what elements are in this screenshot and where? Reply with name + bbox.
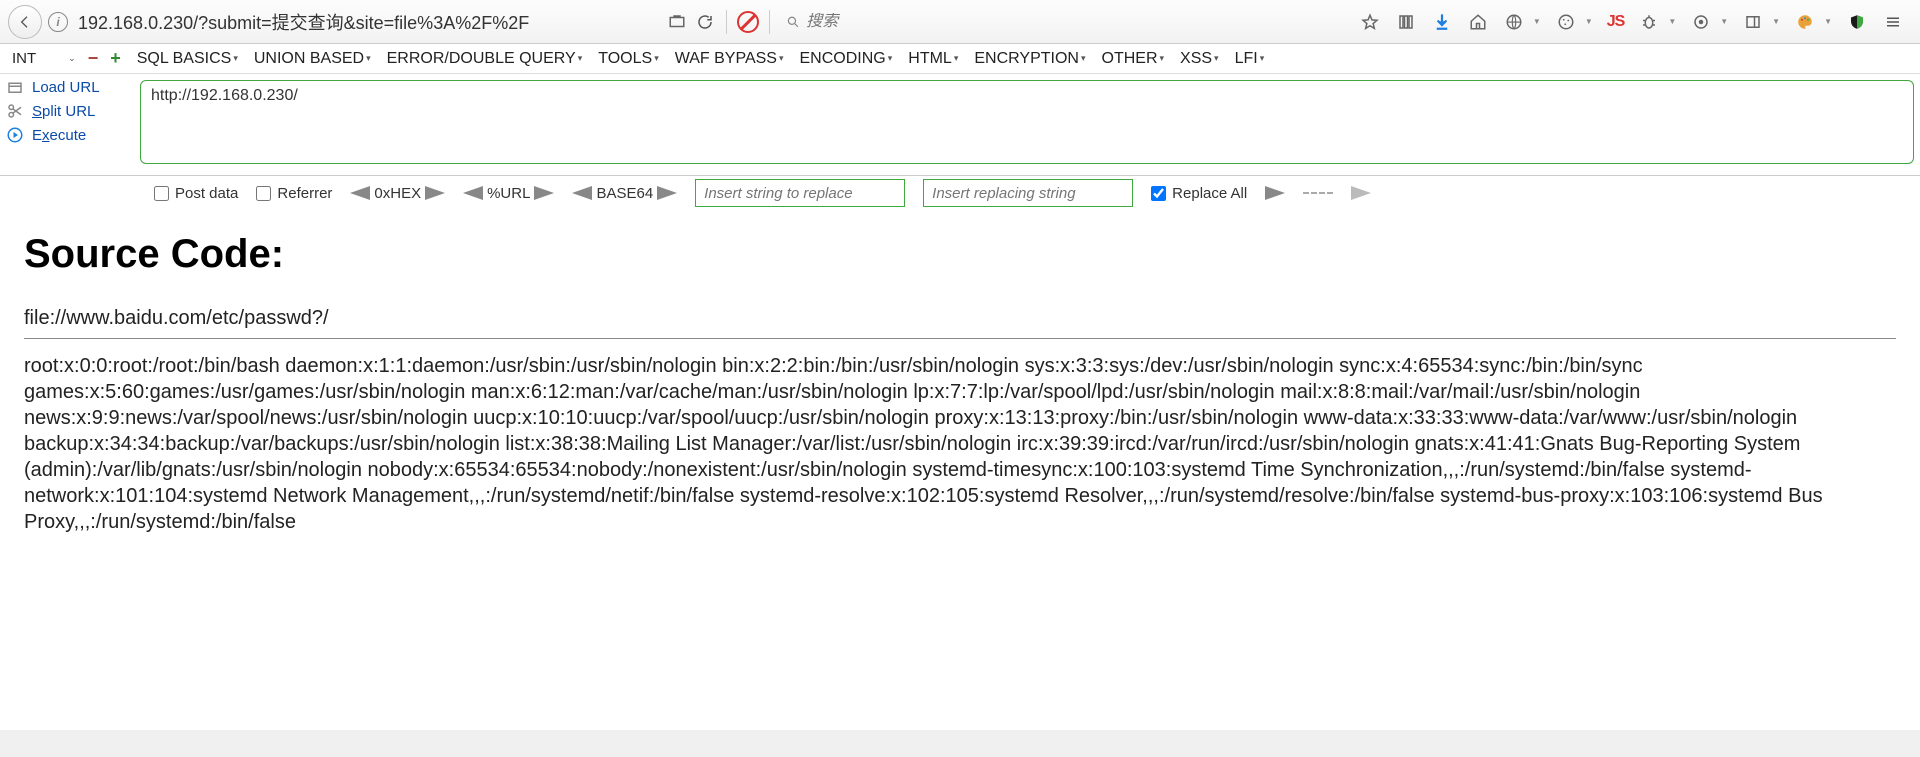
arrow-right-icon xyxy=(534,186,554,200)
source-url: file://www.baidu.com/etc/passwd?/ xyxy=(24,307,1896,338)
js-switch-icon[interactable]: JS xyxy=(1607,13,1625,31)
back-button[interactable] xyxy=(8,5,42,39)
site-info-icon[interactable]: i xyxy=(48,12,68,32)
globe-icon[interactable] xyxy=(1503,11,1525,33)
dropdown-caret-icon[interactable]: ▼ xyxy=(1533,17,1541,26)
hackbar-actions: Load URL Split URL Execute xyxy=(0,74,140,175)
replace-all-checkbox[interactable]: Replace All xyxy=(1151,185,1247,202)
cookie-icon[interactable] xyxy=(1555,11,1577,33)
library-icon[interactable] xyxy=(1395,11,1417,33)
menu-lfi[interactable]: LFI▾ xyxy=(1227,50,1273,68)
post-data-checkbox[interactable]: Post data xyxy=(154,185,238,202)
bookmark-star-icon[interactable] xyxy=(1359,11,1381,33)
base64-encode-button[interactable]: BASE64 xyxy=(572,185,677,202)
address-bar[interactable] xyxy=(74,8,634,36)
palette-icon[interactable] xyxy=(1794,11,1816,33)
hackbar-menu: INT ⌄ − + SQL BASICS▾UNION BASED▾ERROR/D… xyxy=(0,44,1920,74)
replace-from-input[interactable] xyxy=(695,179,905,207)
dropdown-caret-icon[interactable]: ▼ xyxy=(1585,17,1593,26)
search-box[interactable] xyxy=(780,8,980,36)
load-url-label: Load URL xyxy=(32,79,100,96)
load-icon xyxy=(6,78,24,96)
menu-html[interactable]: HTML▾ xyxy=(900,50,966,68)
screenshot-icon[interactable] xyxy=(666,11,688,33)
separator xyxy=(769,10,770,34)
menu-tools[interactable]: TOOLS▾ xyxy=(590,50,666,68)
reload-button[interactable] xyxy=(694,11,716,33)
load-url-button[interactable]: Load URL xyxy=(6,78,134,96)
dash-separator xyxy=(1303,192,1333,194)
passwd-dump: root:x:0:0:root:/root:/bin/bash daemon:x… xyxy=(24,353,1896,535)
url-encode-button[interactable]: %URL xyxy=(463,185,554,202)
arrow-left-icon xyxy=(17,14,33,30)
menu-xss[interactable]: XSS▾ xyxy=(1172,50,1227,68)
menu-union-based[interactable]: UNION BASED▾ xyxy=(246,50,379,68)
bug-icon[interactable] xyxy=(1638,11,1660,33)
menu-encoding[interactable]: ENCODING▾ xyxy=(792,50,901,68)
referrer-checkbox[interactable]: Referrer xyxy=(256,185,332,202)
execute-label: Execute xyxy=(32,127,86,144)
next-icon[interactable] xyxy=(1351,186,1371,200)
sidebar-icon[interactable] xyxy=(1742,11,1764,33)
hackbar-options: Post data Referrer 0xHEX %URL BASE64 Rep… xyxy=(0,176,1920,210)
split-url-button[interactable]: Split URL xyxy=(6,102,134,120)
target-icon[interactable] xyxy=(1690,11,1712,33)
url-textarea[interactable] xyxy=(140,80,1914,164)
noscript-icon[interactable] xyxy=(737,11,759,33)
page-heading: Source Code: xyxy=(24,232,1896,277)
apply-replace-icon[interactable] xyxy=(1265,186,1285,200)
dropdown-caret-icon[interactable]: ▼ xyxy=(1772,17,1780,26)
separator xyxy=(726,10,727,34)
scissors-icon xyxy=(6,102,24,120)
menu-waf-bypass[interactable]: WAF BYPASS▾ xyxy=(667,50,792,68)
download-icon[interactable] xyxy=(1431,11,1453,33)
menu-other[interactable]: OTHER▾ xyxy=(1094,50,1173,68)
replace-to-input[interactable] xyxy=(923,179,1133,207)
plus-icon[interactable]: + xyxy=(110,48,121,69)
search-input[interactable] xyxy=(806,13,974,31)
arrow-right-icon xyxy=(425,186,445,200)
shield-icon[interactable] xyxy=(1846,11,1868,33)
home-icon[interactable] xyxy=(1467,11,1489,33)
menu-encryption[interactable]: ENCRYPTION▾ xyxy=(966,50,1093,68)
execute-button[interactable]: Execute xyxy=(6,126,134,144)
arrow-left-icon xyxy=(350,186,370,200)
arrow-left-icon xyxy=(463,186,483,200)
play-icon xyxy=(6,126,24,144)
hackbar-body: Load URL Split URL Execute − + xyxy=(0,74,1920,176)
search-icon xyxy=(786,14,800,30)
hex-encode-button[interactable]: 0xHEX xyxy=(350,185,445,202)
arrow-left-icon xyxy=(572,186,592,200)
toolbar-right: ▼ ▼ JS ▼ ▼ ▼ ▼ xyxy=(1359,11,1912,33)
browser-toolbar: i ▼ ▼ JS xyxy=(0,0,1920,44)
menu-error-double-query[interactable]: ERROR/DOUBLE QUERY▾ xyxy=(379,50,591,68)
hamburger-menu-icon[interactable] xyxy=(1882,11,1904,33)
split-url-label: Split URL xyxy=(32,103,95,120)
divider xyxy=(24,338,1896,339)
minus-icon[interactable]: − xyxy=(88,48,99,69)
arrow-right-icon xyxy=(657,186,677,200)
page-content: Source Code: file://www.baidu.com/etc/pa… xyxy=(0,210,1920,730)
int-selector[interactable]: INT ⌄ xyxy=(8,50,80,67)
dropdown-caret-icon[interactable]: ▼ xyxy=(1720,17,1728,26)
dropdown-caret-icon[interactable]: ▼ xyxy=(1668,17,1676,26)
dropdown-caret-icon[interactable]: ▼ xyxy=(1824,17,1832,26)
menu-sql-basics[interactable]: SQL BASICS▾ xyxy=(129,50,246,68)
